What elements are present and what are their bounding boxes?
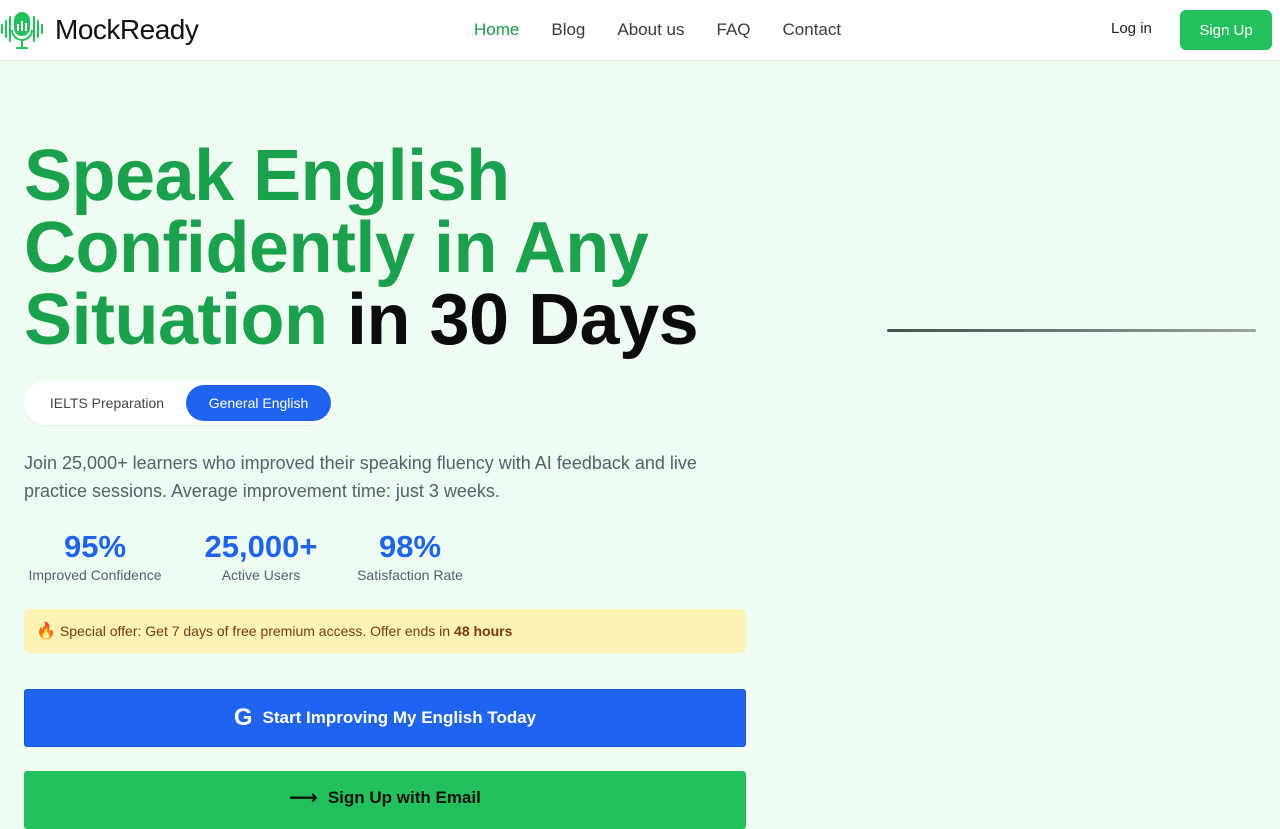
nav-link-home[interactable]: Home — [474, 20, 519, 40]
fire-icon: 🔥 — [36, 623, 56, 640]
stat-confidence: 95% Improved Confidence — [24, 528, 166, 584]
toggle-ielts-preparation[interactable]: IELTS Preparation — [28, 385, 186, 421]
stat-label: Satisfaction Rate — [357, 567, 463, 583]
offer-highlight: 48 hours — [454, 623, 513, 639]
hero-title-line-3: Situation — [24, 280, 328, 360]
login-link[interactable]: Log in — [1111, 20, 1152, 37]
nav-link-faq[interactable]: FAQ — [717, 20, 751, 40]
stat-value: 25,000+ — [204, 529, 318, 564]
microphone-logo-icon — [1, 12, 43, 49]
start-improving-button[interactable]: G Start Improving My English Today — [24, 689, 746, 747]
logo-text: MockReady — [55, 14, 199, 45]
stat-active-users: 25,000+ Active Users — [196, 528, 326, 584]
hero-title-highlight: in 30 Days — [346, 280, 699, 360]
arrow-right-icon: ⟶ — [289, 787, 318, 809]
hero-title: Speak English Confidently in Any Situati… — [24, 140, 784, 356]
stat-satisfaction: 98% Satisfaction Rate — [352, 528, 468, 584]
hero-subtitle: Join 25,000+ learners who improved their… — [24, 453, 697, 501]
logo[interactable]: MockReady — [0, 10, 199, 50]
nav-link-blog[interactable]: Blog — [551, 20, 585, 40]
hero-title-line-1: Speak English — [24, 136, 510, 216]
signup-email-label: Sign Up with Email — [327, 788, 481, 807]
stat-label: Active Users — [221, 567, 301, 583]
toggle-general-english[interactable]: General English — [186, 385, 331, 421]
media-placeholder-line — [887, 329, 1256, 332]
signup-email-button[interactable]: ⟶ Sign Up with Email — [24, 771, 746, 829]
google-icon: G — [233, 704, 253, 731]
nav-link-about[interactable]: About us — [617, 20, 684, 40]
main-nav: Home Blog About us FAQ Contact — [474, 0, 873, 60]
start-improving-label: Start Improving My English Today — [262, 708, 537, 727]
offer-text: Special offer: Get 7 days of free premiu… — [59, 623, 451, 639]
stat-label: Improved Confidence — [28, 567, 162, 583]
nav-link-contact[interactable]: Contact — [783, 20, 842, 40]
hero-title-line-2: Confidently in Any — [24, 208, 649, 288]
stat-value: 95% — [63, 529, 127, 564]
course-type-toggle: IELTS Preparation General English — [24, 381, 333, 425]
special-offer-banner: 🔥 Special offer: Get 7 days of free prem… — [24, 609, 746, 653]
signup-button[interactable]: Sign Up — [1180, 10, 1272, 50]
stat-value: 98% — [378, 529, 442, 564]
navbar: MockReady Home Blog About us FAQ Contact… — [0, 0, 1280, 61]
